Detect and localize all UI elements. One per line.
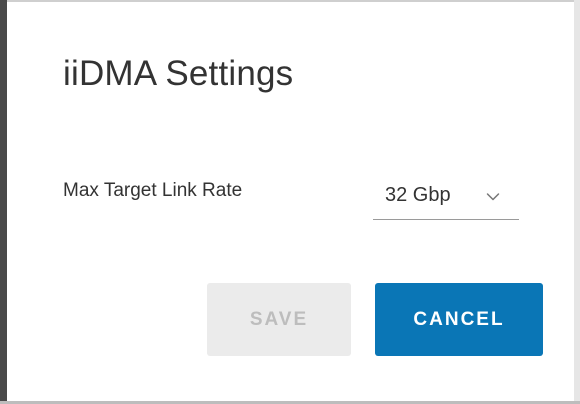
settings-dialog: iiDMA Settings Max Target Link Rate 32 G… [7,2,574,401]
chevron-down-icon [486,193,500,201]
window-left-edge [0,0,7,404]
screen: iiDMA Settings Max Target Link Rate 32 G… [0,0,580,404]
dialog-title: iiDMA Settings [63,54,294,93]
select-value: 32 Gbp [385,184,451,206]
save-button[interactable]: SAVE [207,283,351,356]
max-target-link-rate-label: Max Target Link Rate [63,180,243,201]
max-target-link-rate-select[interactable]: 32 Gbp [373,172,519,220]
window-right-edge [574,0,580,404]
cancel-button[interactable]: CANCEL [375,283,543,356]
